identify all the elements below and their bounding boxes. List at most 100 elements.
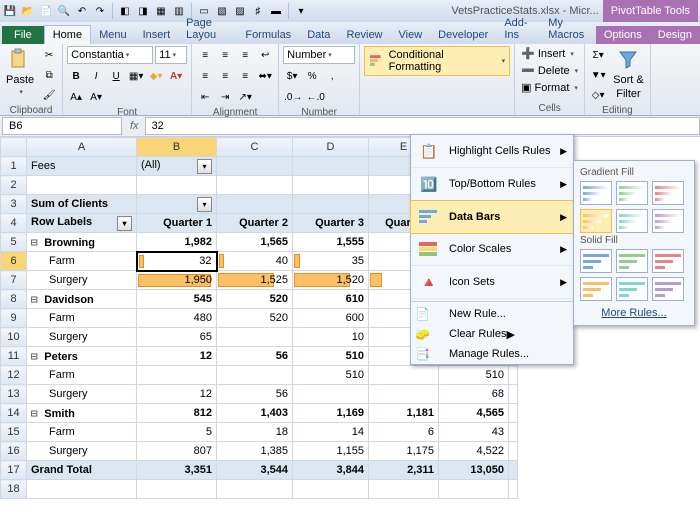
databar-gradient-cyan[interactable]	[616, 209, 648, 233]
delete-cells-button[interactable]: ➖Delete▾	[519, 63, 580, 78]
qat-tool-icon[interactable]: ◨	[135, 3, 151, 19]
fill-icon[interactable]: ▼▾	[589, 66, 607, 84]
tab-view[interactable]: View	[391, 26, 431, 44]
databar-solid-green[interactable]	[616, 249, 648, 273]
filter-dropdown-icon[interactable]: ▾	[197, 197, 212, 212]
row-14[interactable]: 14 ⊟ Smith 8121,4031,1691,1814,565	[1, 404, 518, 423]
menu-color-scales[interactable]: Color Scales▶	[411, 233, 573, 266]
tab-menu[interactable]: Menu	[91, 26, 135, 44]
row-15[interactable]: 15 Farm 51814643	[1, 423, 518, 442]
comma-icon[interactable]: ,	[323, 67, 341, 85]
tab-addins[interactable]: Add-Ins	[496, 14, 540, 44]
save-icon[interactable]: 💾	[2, 3, 18, 19]
name-box[interactable]: B6	[2, 117, 122, 135]
menu-highlight-cells-rules[interactable]: 📋 Highlight Cells Rules▶	[411, 135, 573, 168]
databar-gradient-green[interactable]	[616, 181, 648, 205]
format-painter-icon[interactable]: 🖌	[40, 86, 58, 104]
open-icon[interactable]: 📂	[20, 3, 36, 19]
menu-data-bars[interactable]: Data Bars▶	[410, 200, 574, 234]
font-size-combo[interactable]: 11▾	[155, 46, 187, 64]
cell-A8: ⊟ Davidson	[27, 290, 137, 309]
decrease-decimal-icon[interactable]: ←.0	[305, 88, 325, 106]
increase-indent-icon[interactable]: ⇥	[216, 88, 234, 106]
formula-input[interactable]: 32	[145, 117, 700, 135]
undo-icon[interactable]: ↶	[74, 3, 90, 19]
align-middle-icon[interactable]: ≡	[216, 46, 234, 64]
format-cells-button[interactable]: ▣Format▾	[519, 80, 580, 95]
qat-tool-icon[interactable]: ♯	[250, 3, 266, 19]
tab-data[interactable]: Data	[299, 26, 338, 44]
cut-icon[interactable]: ✂	[40, 46, 58, 64]
accounting-icon[interactable]: $▾	[283, 67, 301, 85]
paste-button[interactable]: Paste ▾	[4, 46, 36, 98]
wrap-text-icon[interactable]: ↩	[256, 46, 274, 64]
row-17[interactable]: 17 Grand Total 3,3513,5443,8442,31113,05…	[1, 461, 518, 480]
tab-developer[interactable]: Developer	[430, 26, 496, 44]
align-center-icon[interactable]: ≡	[216, 67, 234, 85]
menu-icon-sets[interactable]: 🔺 Icon Sets▶	[411, 266, 573, 299]
number-format-combo[interactable]: Number▾	[283, 46, 355, 64]
tab-insert[interactable]: Insert	[135, 26, 179, 44]
decrease-indent-icon[interactable]: ⇤	[196, 88, 214, 106]
copy-icon[interactable]: ⧉	[40, 66, 58, 84]
menu-clear-rules[interactable]: 🧽Clear Rules▶	[411, 324, 573, 344]
autosum-icon[interactable]: Σ▾	[589, 46, 607, 64]
tab-page-layout[interactable]: Page Layou	[178, 14, 237, 44]
increase-font-icon[interactable]: A▴	[67, 88, 85, 106]
filter-dropdown-icon[interactable]: ▾	[197, 159, 212, 174]
menu-top-bottom-rules[interactable]: 🔟 Top/Bottom Rules▶	[411, 168, 573, 201]
insert-cells-button[interactable]: ➕Insert▾	[519, 46, 576, 61]
fill-color-button[interactable]: ◆▾	[147, 67, 165, 85]
fx-icon[interactable]: fx	[124, 120, 145, 132]
qat-more-icon[interactable]: ▾	[293, 3, 309, 19]
underline-button[interactable]: U	[107, 67, 125, 85]
align-bottom-icon[interactable]: ≡	[236, 46, 254, 64]
databar-solid-purple[interactable]	[652, 277, 684, 301]
filter-dropdown-icon[interactable]: ▾	[117, 216, 132, 231]
tab-pt-options[interactable]: Options	[596, 26, 650, 44]
menu-manage-rules[interactable]: 📑Manage Rules...	[411, 344, 573, 364]
tab-pt-design[interactable]: Design	[650, 26, 700, 44]
qat-tool-icon[interactable]: ◧	[117, 3, 133, 19]
align-top-icon[interactable]: ≡	[196, 46, 214, 64]
bold-button[interactable]: B	[67, 67, 85, 85]
orientation-icon[interactable]: ↗▾	[236, 88, 254, 106]
databar-solid-cyan[interactable]	[616, 277, 648, 301]
databar-gradient-red[interactable]	[652, 181, 684, 205]
tab-formulas[interactable]: Formulas	[237, 26, 299, 44]
align-right-icon[interactable]: ≡	[236, 67, 254, 85]
tab-mymacros[interactable]: My Macros	[540, 14, 596, 44]
row-18[interactable]: 18	[1, 480, 518, 499]
font-name-combo[interactable]: Constantia▾	[67, 46, 153, 64]
more-rules-link[interactable]: More Rules...	[580, 307, 688, 319]
row-13[interactable]: 13 Surgery 125668	[1, 385, 518, 404]
font-color-button[interactable]: A▾	[167, 67, 185, 85]
tab-file[interactable]: File	[2, 26, 44, 44]
databar-solid-red[interactable]	[652, 249, 684, 273]
redo-icon[interactable]: ↷	[92, 3, 108, 19]
menu-new-rule[interactable]: 📄New Rule...	[411, 304, 573, 324]
tab-home[interactable]: Home	[44, 25, 91, 44]
conditional-formatting-button[interactable]: Conditional Formatting ▾	[364, 46, 510, 76]
row-16[interactable]: 16 Surgery 8071,3851,1551,1754,522	[1, 442, 518, 461]
databar-gradient-orange[interactable]	[580, 209, 612, 233]
databar-gradient-purple[interactable]	[652, 209, 684, 233]
decrease-font-icon[interactable]: A▾	[87, 88, 105, 106]
align-left-icon[interactable]: ≡	[196, 67, 214, 85]
databar-gradient-blue[interactable]	[580, 181, 612, 205]
sort-filter-button[interactable]: Sort & Filter	[611, 46, 646, 102]
databar-solid-blue[interactable]	[580, 249, 612, 273]
databar-solid-orange[interactable]	[580, 277, 612, 301]
qat-tool-icon[interactable]: ▦	[153, 3, 169, 19]
merge-center-icon[interactable]: ⬌▾	[256, 67, 274, 85]
increase-decimal-icon[interactable]: .0→	[283, 88, 303, 106]
print-preview-icon[interactable]: 🔍	[56, 3, 72, 19]
border-button[interactable]: ▦▾	[127, 67, 145, 85]
percent-icon[interactable]: %	[303, 67, 321, 85]
clear-icon[interactable]: ◇▾	[589, 86, 607, 104]
italic-button[interactable]: I	[87, 67, 105, 85]
new-icon[interactable]: 📄	[38, 3, 54, 19]
tab-review[interactable]: Review	[338, 26, 390, 44]
row-12[interactable]: 12 Farm 510510	[1, 366, 518, 385]
qat-tool-icon[interactable]: ▬	[268, 3, 284, 19]
